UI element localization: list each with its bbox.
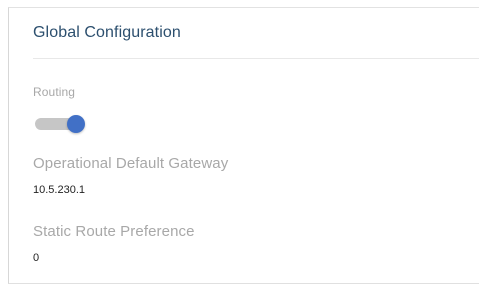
global-configuration-panel: Global Configuration Routing Operational… [8,7,479,284]
routing-toggle[interactable] [33,114,87,134]
static-route-preference-label: Static Route Preference [33,223,195,240]
panel-title: Global Configuration [33,24,181,41]
page: Global Configuration Routing Operational… [0,0,479,291]
operational-default-gateway-value: 10.5.230.1 [33,184,85,196]
static-route-preference-value: 0 [33,252,40,264]
routing-label: Routing [33,85,76,99]
operational-default-gateway-label: Operational Default Gateway [33,155,229,172]
toggle-knob [67,115,85,133]
panel-divider [33,58,479,59]
